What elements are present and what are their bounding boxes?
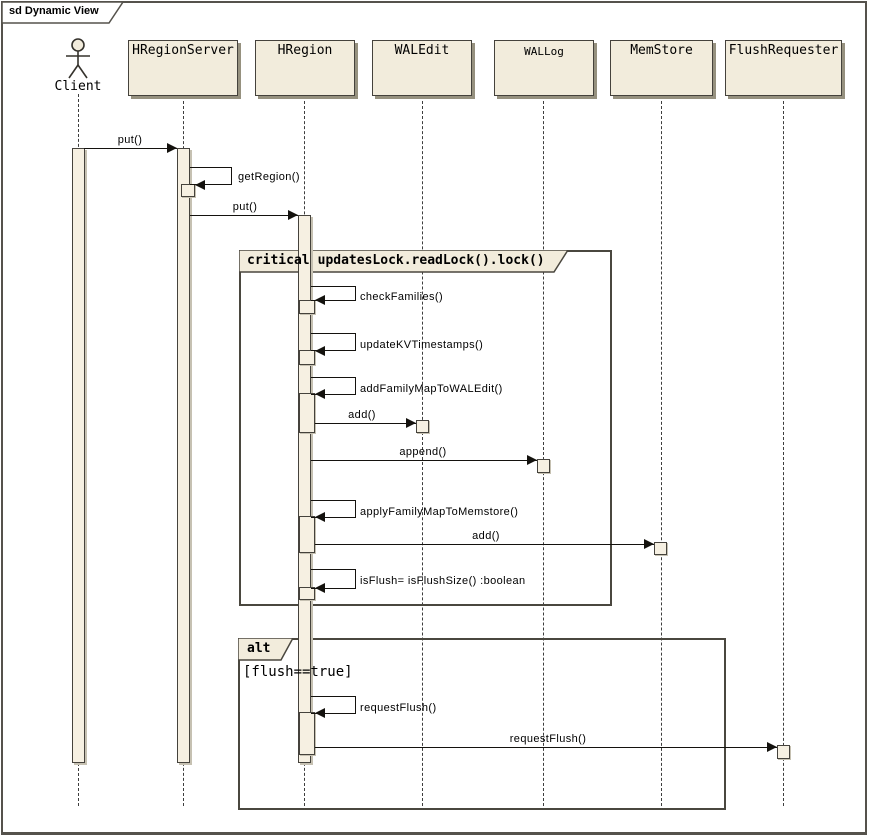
message-isflush-label[interactable]: isFlush= isFlushSize() :boolean — [360, 575, 526, 587]
activation-hregion[interactable] — [298, 215, 311, 763]
message-put1-label[interactable]: put() — [118, 134, 143, 146]
message-append-arrowhead — [527, 455, 537, 465]
message-add-memstore-label[interactable]: add() — [472, 530, 500, 542]
activation-applyfamilymaptomemstore[interactable] — [299, 516, 315, 553]
message-put1-line[interactable] — [84, 148, 177, 149]
message-put1-arrowhead — [167, 143, 177, 153]
message-getregion-arrowhead — [195, 180, 205, 190]
activation-getregion[interactable] — [181, 184, 195, 197]
diagram-title: sd Dynamic View — [9, 5, 99, 17]
lifeline-head-hregion[interactable]: HRegion — [255, 40, 355, 96]
activation-updatekvtimestamps[interactable] — [299, 350, 315, 365]
lifeline-label-client[interactable]: Client — [55, 79, 102, 94]
message-append-label[interactable]: append() — [399, 446, 446, 458]
message-addfamilymaptowaledit-arrowhead — [315, 389, 325, 399]
actor-icon[interactable] — [59, 38, 97, 82]
activation-waledit-add[interactable] — [416, 420, 429, 433]
fragment-alt-guard: [flush==true] — [243, 664, 353, 680]
message-put2-arrowhead — [288, 210, 298, 220]
message-updatekvtimestamps-arrowhead — [315, 346, 325, 356]
message-requestflush-self-label[interactable]: requestFlush() — [360, 702, 437, 714]
message-addfamilymaptowaledit-label[interactable]: addFamilyMapToWALEdit() — [360, 383, 503, 395]
message-isflush-arrowhead — [315, 583, 325, 593]
message-requestflush-remote-label[interactable]: requestFlush() — [510, 733, 587, 745]
message-add-waledit-label[interactable]: add() — [348, 409, 376, 421]
fragment-critical-operator: critical — [247, 253, 310, 268]
lifeline-head-wallog[interactable]: WALLog — [494, 40, 594, 96]
message-getregion-label[interactable]: getRegion() — [238, 171, 300, 183]
message-checkfamilies-label[interactable]: checkFamilies() — [360, 291, 443, 303]
message-put2-line[interactable] — [190, 215, 298, 216]
activation-addfamilymaptowaledit[interactable] — [299, 393, 315, 433]
activation-checkfamilies[interactable] — [299, 300, 315, 314]
lifeline-head-flushrequester[interactable]: FlushRequester — [725, 40, 842, 96]
message-updatekvtimestamps-label[interactable]: updateKVTimestamps() — [360, 339, 483, 351]
message-requestflush-remote-arrowhead — [767, 742, 777, 752]
message-add-waledit-arrowhead — [406, 418, 416, 428]
message-applyfamilymaptomemstore-arrowhead — [315, 512, 325, 522]
message-applyfamilymaptomemstore-label[interactable]: applyFamilyMapToMemstore() — [360, 506, 518, 518]
activation-flushrequester-requestflush[interactable] — [777, 745, 790, 759]
fragment-critical-header: critical updatesLock.readLock().lock() — [247, 253, 545, 268]
fragment-critical-condition: updatesLock.readLock().lock() — [317, 253, 545, 268]
lifeline-head-waledit[interactable]: WALEdit — [372, 40, 472, 96]
message-put2-label[interactable]: put() — [233, 201, 258, 213]
activation-wallog-append[interactable] — [537, 459, 550, 473]
lifeline-head-hregionserver[interactable]: HRegionServer — [128, 40, 238, 96]
message-add-waledit-line[interactable] — [315, 423, 416, 424]
activation-client[interactable] — [72, 148, 85, 763]
message-add-memstore-arrowhead — [644, 539, 654, 549]
activation-hregionserver[interactable] — [177, 148, 190, 763]
activation-requestflush-self[interactable] — [299, 712, 315, 755]
lifeline-flushrequester — [783, 96, 784, 806]
message-append-line[interactable] — [311, 460, 537, 461]
message-checkfamilies-arrowhead — [315, 295, 325, 305]
message-add-memstore-line[interactable] — [315, 544, 654, 545]
message-requestflush-remote-line[interactable] — [315, 747, 777, 748]
lifeline-head-memstore[interactable]: MemStore — [610, 40, 713, 96]
message-requestflush-self-arrowhead — [315, 708, 325, 718]
activation-memstore-add[interactable] — [654, 542, 667, 555]
sequence-diagram-canvas: sd Dynamic View Client HRegionServer HRe… — [0, 0, 871, 839]
fragment-alt-operator: alt — [247, 641, 271, 656]
